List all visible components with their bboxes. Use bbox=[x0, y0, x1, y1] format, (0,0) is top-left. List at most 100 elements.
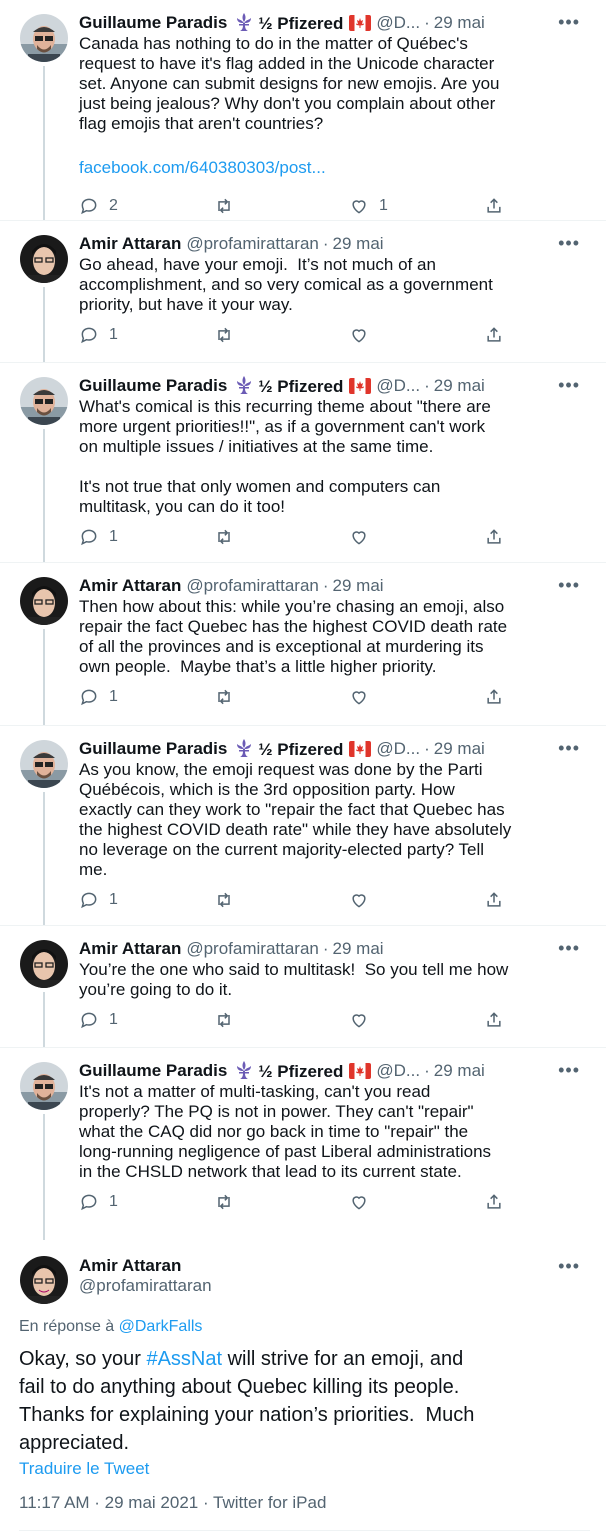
retweet-icon bbox=[218, 198, 230, 214]
avatar[interactable] bbox=[20, 577, 68, 625]
timestamp[interactable]: 29 mai bbox=[333, 938, 384, 960]
action-bar: 1 bbox=[79, 517, 590, 557]
more-icon[interactable]: ••• bbox=[558, 1060, 580, 1080]
retweet-button[interactable] bbox=[214, 890, 349, 910]
reply-tweet[interactable]: ••• Amir Attaran @profamirattaran · 29 m… bbox=[0, 221, 606, 363]
translate-tweet-link[interactable]: Traduire le Tweet bbox=[19, 1459, 149, 1479]
reply-to-link[interactable]: @DarkFalls bbox=[119, 1318, 203, 1335]
reply-icon bbox=[81, 892, 97, 909]
author-handle[interactable]: @D... bbox=[376, 375, 420, 397]
reply-tweet[interactable]: ••• Guillaume Paradis ½ Pfizered @D... ·… bbox=[0, 363, 606, 563]
share-icon bbox=[487, 529, 501, 544]
retweet-icon bbox=[218, 689, 230, 705]
author-name[interactable]: Guillaume Paradis bbox=[79, 1060, 227, 1082]
reply-button[interactable]: 1 bbox=[79, 890, 214, 910]
timestamp[interactable]: 29 mai bbox=[434, 375, 485, 397]
external-link[interactable]: facebook.com/640380303/post... bbox=[79, 158, 590, 178]
avatar[interactable] bbox=[20, 14, 68, 62]
avatar[interactable] bbox=[20, 740, 68, 788]
tweet-header: Guillaume Paradis ½ Pfizered @D... · 29 … bbox=[79, 12, 590, 34]
timestamp[interactable]: 29 mai bbox=[434, 12, 485, 34]
name-suffix: ½ Pfizered bbox=[227, 1060, 372, 1083]
avatar[interactable] bbox=[20, 377, 68, 425]
timestamp[interactable]: 29 mai bbox=[434, 1060, 485, 1082]
action-bar: 1 bbox=[79, 315, 590, 355]
more-icon[interactable]: ••• bbox=[558, 575, 580, 595]
author-name[interactable]: Amir Attaran bbox=[79, 575, 181, 597]
avatar[interactable] bbox=[20, 940, 68, 988]
reply-tweet[interactable]: ••• Guillaume Paradis ½ Pfizered @D... ·… bbox=[0, 0, 606, 221]
more-icon[interactable]: ••• bbox=[558, 375, 580, 395]
author-handle[interactable]: @profamirattaran bbox=[186, 938, 319, 960]
reply-button[interactable]: 1 bbox=[79, 687, 214, 707]
avatar[interactable] bbox=[20, 1256, 68, 1304]
reply-tweet[interactable]: ••• Guillaume Paradis ½ Pfizered @D... ·… bbox=[0, 1048, 606, 1240]
retweet-button[interactable] bbox=[214, 527, 349, 547]
share-button[interactable] bbox=[484, 325, 524, 345]
tweet-text: You’re the one who said to multitask! So… bbox=[79, 960, 509, 999]
timestamp[interactable]: 29 mai bbox=[434, 738, 485, 760]
author-handle[interactable]: @D... bbox=[376, 738, 420, 760]
more-icon[interactable]: ••• bbox=[558, 738, 580, 758]
fleur-de-lis-icon bbox=[237, 375, 252, 394]
more-icon[interactable]: ••• bbox=[558, 938, 580, 958]
share-button[interactable] bbox=[484, 527, 524, 547]
tweet-text-before: Okay, so your bbox=[19, 1348, 147, 1370]
avatar[interactable] bbox=[20, 235, 68, 283]
tweet-header: Amir Attaran @profamirattaran · 29 mai bbox=[79, 938, 590, 960]
author-name[interactable]: Guillaume Paradis bbox=[79, 12, 227, 34]
separator: · bbox=[424, 376, 430, 395]
reply-count: 1 bbox=[109, 688, 118, 705]
hashtag-link[interactable]: #AssNat bbox=[146, 1348, 222, 1370]
timestamp[interactable]: 29 mai bbox=[333, 233, 384, 255]
tweet-text: As you know, the emoji request was done … bbox=[79, 760, 512, 879]
thread-line bbox=[43, 66, 45, 220]
retweet-button[interactable] bbox=[214, 687, 349, 707]
reply-tweet[interactable]: ••• Guillaume Paradis ½ Pfizered @D... ·… bbox=[0, 726, 606, 926]
author-name[interactable]: Guillaume Paradis bbox=[79, 738, 227, 760]
author-name[interactable]: Guillaume Paradis bbox=[79, 375, 227, 397]
more-icon[interactable]: ••• bbox=[558, 12, 580, 32]
like-button[interactable] bbox=[349, 890, 484, 910]
share-button[interactable] bbox=[484, 1192, 524, 1212]
share-button[interactable] bbox=[484, 196, 524, 216]
reply-button[interactable]: 2 bbox=[79, 196, 214, 216]
reply-tweet[interactable]: ••• Amir Attaran @profamirattaran · 29 m… bbox=[0, 563, 606, 726]
share-button[interactable] bbox=[484, 1010, 524, 1030]
reply-button[interactable]: 1 bbox=[79, 1192, 214, 1212]
more-icon[interactable]: ••• bbox=[558, 1256, 580, 1277]
author-name[interactable]: Amir Attaran bbox=[79, 1256, 181, 1276]
like-button[interactable] bbox=[349, 325, 484, 345]
author-name[interactable]: Amir Attaran bbox=[79, 938, 181, 960]
reply-button[interactable]: 1 bbox=[79, 527, 214, 547]
tweet-text: Okay, so your #AssNat will strive for an… bbox=[19, 1345, 589, 1457]
retweet-button[interactable] bbox=[214, 196, 349, 216]
separator: · bbox=[322, 576, 329, 595]
author-handle[interactable]: @profamirattaran bbox=[186, 575, 319, 597]
author-handle[interactable]: @profamirattaran bbox=[186, 233, 319, 255]
action-bar: 1 bbox=[79, 1000, 590, 1040]
like-button[interactable] bbox=[349, 1192, 484, 1212]
author-handle[interactable]: @D... bbox=[376, 12, 420, 34]
retweet-button[interactable] bbox=[214, 1010, 349, 1030]
reply-button[interactable]: 1 bbox=[79, 325, 214, 345]
retweet-button[interactable] bbox=[214, 325, 349, 345]
share-button[interactable] bbox=[484, 687, 524, 707]
name-suffix: ½ Pfizered bbox=[227, 375, 372, 398]
more-icon[interactable]: ••• bbox=[558, 233, 580, 253]
share-button[interactable] bbox=[484, 890, 524, 910]
avatar[interactable] bbox=[20, 1062, 68, 1110]
timestamp[interactable]: 29 mai bbox=[333, 575, 384, 597]
like-button[interactable] bbox=[349, 687, 484, 707]
author-handle[interactable]: @profamirattaran bbox=[79, 1276, 212, 1296]
like-button[interactable] bbox=[349, 527, 484, 547]
reply-tweet[interactable]: ••• Amir Attaran @profamirattaran · 29 m… bbox=[0, 926, 606, 1048]
reply-button[interactable]: 1 bbox=[79, 1010, 214, 1030]
author-name[interactable]: Amir Attaran bbox=[79, 233, 181, 255]
like-button[interactable] bbox=[349, 1010, 484, 1030]
fleur-de-lis-icon bbox=[237, 12, 252, 31]
like-button[interactable]: 1 bbox=[349, 196, 484, 216]
retweet-button[interactable] bbox=[214, 1192, 349, 1212]
thread-line bbox=[43, 1114, 45, 1240]
author-handle[interactable]: @D... bbox=[376, 1060, 420, 1082]
